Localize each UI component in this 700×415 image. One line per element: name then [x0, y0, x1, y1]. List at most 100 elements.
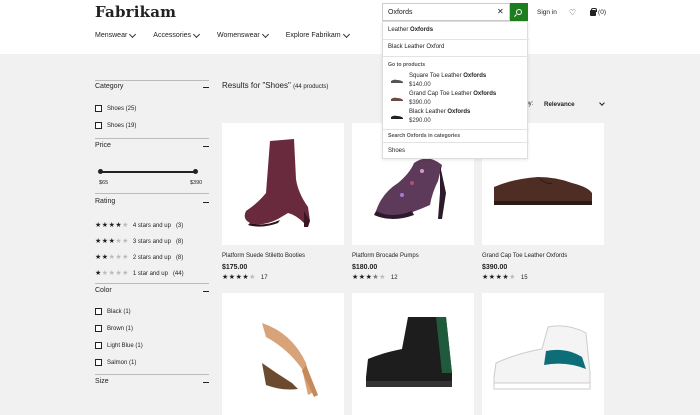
suggestion-item[interactable]: Leather Oxfords — [388, 27, 433, 33]
product-suggestion[interactable]: Square Toe Leather Oxfords — [409, 73, 486, 79]
sign-in-link[interactable]: Sign in — [537, 9, 557, 16]
category-suggestion[interactable]: Shoes — [388, 148, 405, 154]
facet-rating-header[interactable]: Rating — [95, 198, 209, 205]
product-suggestion-price: $140.00 — [409, 82, 431, 88]
main-nav: Menswear Accessories Womenswear Explore … — [95, 30, 367, 39]
sort-dropdown[interactable]: Relevance — [544, 101, 575, 108]
basketball-sneaker-icon — [493, 325, 591, 390]
product-card[interactable] — [222, 293, 344, 415]
rating-label: 2 stars and up — [132, 254, 171, 261]
chevron-down-icon — [192, 30, 201, 38]
divider — [95, 80, 209, 81]
go-to-products-heading: Go to products — [388, 62, 426, 68]
star-rating-icon: ★★★★★ — [95, 238, 129, 245]
checkbox[interactable] — [95, 342, 102, 349]
product-suggestion[interactable]: Black Leather Oxfords — [409, 109, 470, 115]
rating-filter[interactable]: ★★★★★ 2 stars and up (8) — [95, 254, 183, 261]
facet-color-header[interactable]: Color — [95, 287, 209, 294]
product-price: $180.00 — [352, 264, 378, 271]
chevron-down-icon — [261, 30, 269, 38]
filter-checkbox[interactable]: Salmon (1) — [95, 359, 136, 366]
nav-explore[interactable]: Explore Fabrikam — [285, 30, 350, 39]
nav-accessories[interactable]: Accessories — [153, 30, 201, 39]
checkbox[interactable] — [95, 122, 102, 129]
filter-checkbox[interactable]: Shoes (19) — [95, 122, 136, 129]
facet-title: Rating — [95, 198, 116, 205]
nav-label: Explore Fabrikam — [285, 32, 341, 39]
product-suggestion-text: Square Toe Leather — [409, 73, 464, 79]
product-suggestion-price: $290.00 — [409, 118, 431, 124]
star-rating-icon: ★★★★★ — [222, 274, 256, 281]
checkbox[interactable] — [95, 359, 102, 366]
collapse-icon — [203, 291, 209, 292]
heart-icon[interactable]: ♡ — [569, 8, 576, 17]
nav-menswear[interactable]: Menswear — [95, 30, 137, 39]
chevron-down-icon — [129, 30, 137, 38]
facet-price-header[interactable]: Price — [95, 142, 209, 149]
oxford-shoe-icon — [391, 97, 403, 101]
nav-label: Womenswear — [217, 32, 260, 39]
star-rating-icon: ★★★★★ — [95, 222, 129, 229]
price-min-handle[interactable] — [98, 169, 103, 175]
product-image[interactable] — [222, 123, 344, 245]
bag-icon — [590, 7, 598, 16]
product-name[interactable]: Platform Suede Stiletto Booties — [222, 253, 344, 259]
facet-title: Size — [95, 378, 109, 385]
rating-filter[interactable]: ★★★★★ 3 stars and up (8) — [95, 238, 183, 245]
product-image[interactable] — [482, 293, 604, 415]
collapse-icon — [203, 146, 209, 147]
search-suggestions: Leather Oxfords Black Leather Oxford Go … — [382, 21, 529, 159]
bootie-icon — [244, 139, 310, 227]
product-image[interactable] — [352, 293, 474, 415]
suggestion-text: Black Leather Oxford — [388, 44, 445, 50]
collapse-icon — [203, 202, 209, 203]
checkbox[interactable] — [95, 105, 102, 112]
rating-count: (3) — [175, 222, 184, 229]
price-slider[interactable] — [98, 169, 198, 175]
product-price: $390.00 — [482, 264, 508, 271]
facet-category-header[interactable]: Category — [95, 83, 209, 90]
chevron-down-icon[interactable] — [599, 100, 605, 106]
chevron-down-icon — [342, 30, 350, 38]
facet-title: Category — [95, 83, 124, 90]
nav-womenswear[interactable]: Womenswear — [217, 30, 269, 39]
star-rating-icon: ★★★★★ — [482, 274, 516, 281]
product-suggestion-match: Oxfords — [447, 109, 471, 115]
product-suggestion[interactable]: Grand Cap Toe Leather Oxfords — [409, 91, 496, 97]
filter-checkbox[interactable]: Shoes (25) — [95, 105, 136, 112]
rating-filter[interactable]: ★★★★★ 1 star and up (44) — [95, 270, 184, 277]
categories-heading: Search Oxfords in categories — [388, 133, 461, 139]
product-name[interactable]: Grand Cap Toe Leather Oxfords — [482, 253, 604, 259]
checkbox[interactable] — [95, 325, 102, 332]
nav-label: Accessories — [153, 32, 192, 39]
product-card[interactable] — [352, 293, 474, 415]
facet-title: Color — [95, 287, 112, 294]
suggestion-item[interactable]: Black Leather Oxford — [388, 44, 444, 50]
clear-search-icon[interactable]: ✕ — [497, 7, 504, 16]
account-links: Sign in ♡ (0) — [537, 7, 606, 17]
product-image[interactable] — [222, 293, 344, 415]
cart-button[interactable]: (0) — [590, 7, 606, 16]
search-input[interactable]: Oxfords — [382, 3, 510, 21]
checkbox-label: Light Blue (1) — [107, 342, 143, 349]
product-card[interactable] — [482, 293, 604, 415]
checkbox-label: Salmon (1) — [107, 359, 137, 366]
rating-filter[interactable]: ★★★★★ 4 stars and up (3) — [95, 222, 183, 229]
product-rating: ★★★★★ 12 — [352, 274, 474, 281]
filter-checkbox[interactable]: Brown (1) — [95, 325, 133, 332]
product-card[interactable]: Platform Suede Stiletto Booties $175.00 … — [222, 123, 344, 281]
results-title: Results for "Shoes" (44 products) — [222, 81, 328, 90]
facet-size-header[interactable]: Size — [95, 378, 209, 385]
checkbox[interactable] — [95, 308, 102, 315]
star-rating-icon: ★★★★★ — [352, 274, 386, 281]
checkbox-label: Black (1) — [107, 308, 131, 315]
search-button[interactable] — [510, 3, 528, 21]
product-name[interactable]: Platform Brocade Pumps — [352, 253, 474, 259]
price-max-handle[interactable] — [193, 169, 198, 175]
filter-checkbox[interactable]: Black (1) — [95, 308, 131, 315]
logo[interactable]: Fabrikam — [95, 3, 176, 21]
product-rating: ★★★★★ 17 — [222, 274, 344, 281]
checkbox-label: Brown (1) — [107, 325, 134, 332]
collapse-icon — [203, 382, 209, 383]
filter-checkbox[interactable]: Light Blue (1) — [95, 342, 143, 349]
